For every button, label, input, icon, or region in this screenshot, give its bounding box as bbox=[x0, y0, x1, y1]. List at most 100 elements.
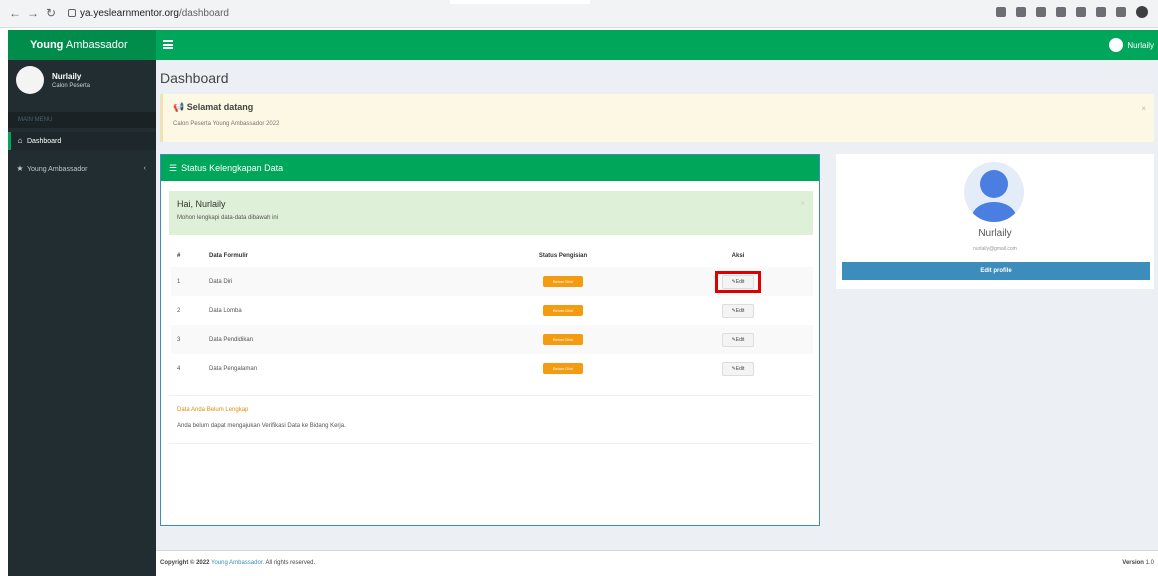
welcome-subtitle: Calon Peserta Young Ambassador 2022 bbox=[173, 121, 280, 127]
table-row: 4 Data Pengalaman Belum Diisi ✎Edit bbox=[171, 354, 813, 383]
version-label: Version bbox=[1122, 560, 1144, 566]
note-body: Anda belum dapat mengajukan Verifikasi D… bbox=[177, 423, 346, 429]
sidebar-user-status: Calon Peserta bbox=[52, 82, 91, 89]
puzzle-icon[interactable] bbox=[1096, 7, 1106, 17]
active-tab-indicator bbox=[450, 0, 590, 4]
dashboard-icon: ⌂ bbox=[17, 136, 23, 145]
footer-brand-link[interactable]: Young Ambassador. bbox=[211, 560, 264, 566]
user-avatar-icon bbox=[964, 162, 1024, 222]
footer-copyright: Copyright © 2022 Young Ambassador. All r… bbox=[160, 560, 315, 566]
edit-button[interactable]: ✎Edit bbox=[722, 274, 754, 289]
key-icon[interactable] bbox=[996, 7, 1006, 17]
greeting-subtitle: Mohon lengkapi data-data dibawah ini bbox=[177, 215, 279, 221]
avatar bbox=[16, 66, 44, 94]
bookmark-icon[interactable] bbox=[1056, 7, 1066, 17]
logo-rest: Ambassador bbox=[63, 39, 128, 51]
status-badge: Belum Diisi bbox=[543, 305, 583, 316]
page-title: Dashboard bbox=[160, 70, 229, 86]
menu-toggle-icon[interactable] bbox=[163, 40, 173, 49]
url-path: /dashboard bbox=[178, 8, 229, 19]
sidebar-user-name: Nurlaily bbox=[52, 71, 82, 81]
profile-icon[interactable] bbox=[1136, 6, 1148, 18]
row-data-name: Data Diri bbox=[209, 267, 463, 296]
sidebar-item-label: Dashboard bbox=[27, 138, 62, 145]
top-navbar: Nurlaily bbox=[156, 30, 1158, 60]
welcome-title: Selamat datang bbox=[186, 102, 254, 112]
user-menu-name: Nurlaily bbox=[1127, 40, 1154, 50]
status-box-header: ☰ Status Kelengkapan Data bbox=[161, 155, 819, 181]
edit-profile-button[interactable]: Edit profile bbox=[842, 262, 1150, 280]
table-header-row: # Data Formulir Status Pengisian Aksi bbox=[171, 245, 813, 267]
extension-icon[interactable] bbox=[1016, 7, 1026, 17]
lock-icon bbox=[68, 9, 76, 17]
sidebar-item-young-ambassador[interactable]: ★ Young Ambassador ‹ bbox=[8, 160, 156, 178]
footer-version: Version 1.0 bbox=[1122, 560, 1154, 566]
profile-email: nurlaily@gmail.com bbox=[973, 246, 1017, 252]
window-icon[interactable] bbox=[1116, 7, 1126, 17]
row-number: 4 bbox=[177, 365, 181, 372]
list-icon: ☰ bbox=[169, 163, 178, 173]
page-margin bbox=[0, 28, 8, 576]
status-badge: Belum Diisi bbox=[543, 276, 583, 287]
status-badge: Belum Diisi bbox=[543, 363, 583, 374]
forward-icon[interactable]: → bbox=[26, 6, 40, 20]
browser-extensions bbox=[996, 6, 1148, 18]
megaphone-icon: 📢 bbox=[173, 102, 185, 112]
edit-button[interactable]: ✎Edit bbox=[722, 361, 754, 376]
sidebar: Nurlaily Calon Peserta MAIN MENU ⌂ Dashbo… bbox=[8, 60, 156, 576]
welcome-callout: 📢 Selamat datang Calon Peserta Young Amb… bbox=[160, 94, 1154, 142]
greeting-title: Hai, Nurlaily bbox=[177, 199, 226, 209]
col-header-aksi: Aksi bbox=[731, 253, 745, 259]
version-number: 1.0 bbox=[1143, 560, 1154, 566]
edit-label: Edit bbox=[735, 365, 745, 372]
data-table: # Data Formulir Status Pengisian Aksi 1 … bbox=[171, 245, 813, 383]
edit-label: Edit bbox=[735, 278, 745, 285]
row-data-name: Data Pengalaman bbox=[209, 365, 258, 372]
status-badge: Belum Diisi bbox=[543, 334, 583, 345]
profile-name: Nurlaily bbox=[978, 228, 1012, 239]
col-header-status: Status Pengisian bbox=[538, 253, 588, 259]
address-bar[interactable]: ya.yeslearnmentor.org/dashboard bbox=[68, 5, 448, 22]
sidebar-item-label: Young Ambassador bbox=[27, 166, 88, 173]
browser-toolbar: ← → ↻ ya.yeslearnmentor.org/dashboard bbox=[0, 0, 1158, 28]
note-title: Data Anda Belum Lengkap bbox=[177, 407, 249, 413]
logo-bold: Young bbox=[30, 39, 64, 51]
sidebar-item-dashboard[interactable]: ⌂ Dashboard bbox=[8, 132, 156, 150]
main-content: Dashboard 📢 Selamat datang Calon Peserta… bbox=[156, 60, 1158, 550]
edit-label: Edit bbox=[735, 336, 745, 343]
col-header-data: Data Formulir bbox=[209, 253, 249, 259]
edit-button[interactable]: ✎Edit bbox=[722, 303, 754, 318]
rights-text: All rights reserved. bbox=[264, 560, 316, 566]
table-row: 1 Data Diri Belum Diisi ✎Edit bbox=[171, 267, 813, 296]
chevron-left-icon: ‹ bbox=[143, 165, 146, 172]
user-avatar-icon bbox=[1109, 38, 1124, 52]
share-icon[interactable] bbox=[1036, 7, 1046, 17]
col-header-no: # bbox=[177, 253, 181, 259]
row-data-name: Data Pendidikan bbox=[209, 325, 463, 354]
user-menu[interactable]: Nurlaily bbox=[1109, 38, 1154, 52]
tab-icon[interactable] bbox=[1076, 7, 1086, 17]
edit-label: Edit bbox=[735, 307, 745, 314]
divider bbox=[169, 395, 813, 396]
row-data-name: Data Lomba bbox=[209, 307, 242, 314]
edit-button[interactable]: ✎Edit bbox=[722, 332, 754, 347]
table-row: 3 Data Pendidikan Belum Diisi ✎Edit bbox=[171, 325, 813, 354]
url-host: ya.yeslearnmentor.org bbox=[80, 8, 179, 19]
profile-card: Nurlaily nurlaily@gmail.com Edit profile bbox=[836, 154, 1154, 289]
copyright-text: Copyright © 2022 bbox=[160, 560, 210, 566]
footer: Copyright © 2022 Young Ambassador. All r… bbox=[156, 550, 1158, 576]
back-icon[interactable]: ← bbox=[8, 6, 22, 20]
reload-icon[interactable]: ↻ bbox=[44, 6, 58, 20]
table-row: 2 Data Lomba Belum Diisi ✎Edit bbox=[171, 296, 813, 325]
sidebar-user-panel: Nurlaily Calon Peserta bbox=[16, 66, 90, 94]
row-number: 2 bbox=[177, 307, 181, 314]
close-icon[interactable]: × bbox=[800, 199, 805, 208]
app-logo[interactable]: Young Ambassador bbox=[8, 30, 156, 60]
star-icon: ★ bbox=[16, 164, 24, 173]
greeting-alert: Hai, Nurlaily Mohon lengkapi data-data d… bbox=[169, 191, 813, 235]
close-icon[interactable]: × bbox=[1141, 104, 1146, 113]
edit-highlight-box: ✎Edit bbox=[715, 270, 761, 293]
status-box: ☰ Status Kelengkapan Data Hai, Nurlaily M… bbox=[160, 154, 820, 526]
sidebar-section-header: MAIN MENU bbox=[8, 112, 156, 128]
divider bbox=[169, 443, 813, 444]
